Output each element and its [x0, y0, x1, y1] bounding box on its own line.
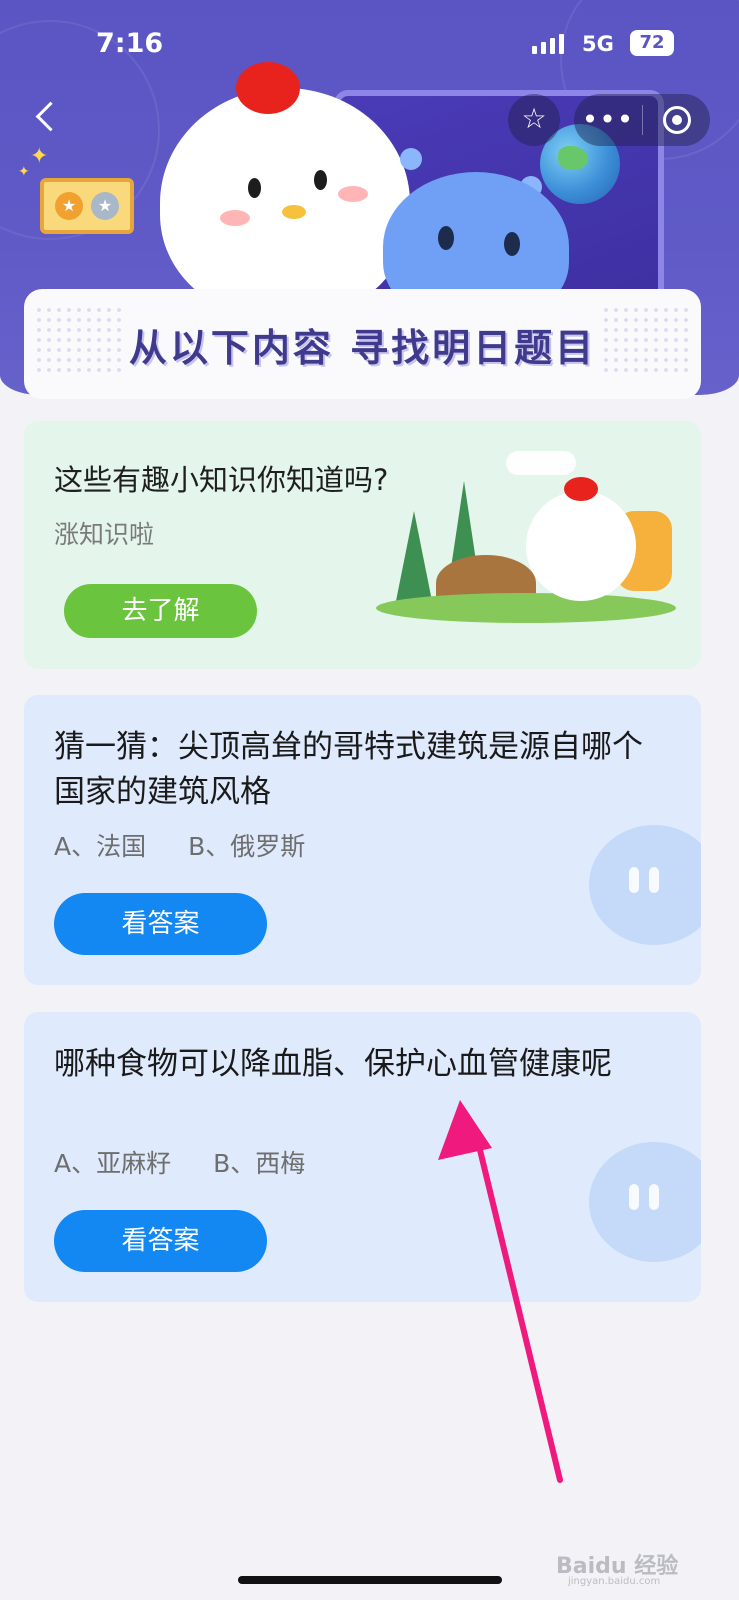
- signal-icon: [532, 34, 564, 54]
- baidu-watermark: Baidu 经验 jingyan.baidu.com: [556, 1548, 678, 1587]
- option-b: B、西梅: [213, 1149, 306, 1178]
- quiz-options: A、法国 B、俄罗斯: [54, 827, 305, 863]
- watermark-url: jingyan.baidu.com: [568, 1576, 661, 1587]
- home-indicator[interactable]: [238, 1576, 502, 1584]
- gold-medal-icon: ★: [55, 192, 83, 220]
- chicken-mascot: [160, 88, 410, 318]
- hiking-chicken-illustration: [376, 451, 676, 651]
- sparkle-icon: ✦: [18, 164, 30, 180]
- silver-medal-icon: ★: [91, 192, 119, 220]
- alien-antenna: [400, 148, 422, 170]
- dot-pattern: [601, 305, 691, 375]
- option-b: B、俄罗斯: [188, 832, 306, 861]
- learn-more-button[interactable]: 去了解: [64, 584, 257, 638]
- more-button[interactable]: •••: [574, 94, 642, 146]
- chicken-cheek: [338, 186, 368, 202]
- view-answer-button[interactable]: 看答案: [54, 1210, 267, 1272]
- option-a: A、亚麻籽: [54, 1149, 172, 1178]
- dot-pattern: [34, 305, 124, 375]
- banner-title: 从以下内容 寻找明日题目: [128, 325, 597, 370]
- chicken-comb: [564, 477, 598, 501]
- title-banner: 从以下内容 寻找明日题目: [24, 289, 701, 399]
- close-button[interactable]: [643, 106, 710, 134]
- fun-card-subtitle: 涨知识啦: [54, 520, 155, 549]
- cloud-icon: [506, 451, 576, 475]
- status-bar: 7:16 5G 72: [0, 24, 739, 68]
- chicken-cheek: [220, 210, 250, 226]
- status-time: 7:16: [96, 28, 164, 59]
- chicken-comb: [236, 62, 300, 114]
- quiz-question: 哪种食物可以降血脂、保护心血管健康呢: [54, 1046, 612, 1082]
- network-type: 5G: [582, 32, 614, 56]
- chat-bubble-icon: [589, 1142, 701, 1262]
- chicken-eye: [314, 170, 327, 190]
- fun-card-title: 这些有趣小知识你知道吗?: [54, 463, 389, 497]
- quiz-card[interactable]: 哪种食物可以降血脂、保护心血管健康呢 A、亚麻籽 B、西梅 看答案: [24, 1012, 701, 1302]
- mini-program-capsule: •••: [574, 94, 710, 146]
- quiz-card[interactable]: 猜一猜：尖顶高耸的哥特式建筑是源自哪个国家的建筑风格 A、法国 B、俄罗斯 看答…: [24, 695, 701, 985]
- annotation-arrow: [438, 1100, 563, 1483]
- chat-bubble-icon: [589, 825, 701, 945]
- alien-eye: [504, 232, 520, 256]
- view-answer-button[interactable]: 看答案: [54, 893, 267, 955]
- medal-badge[interactable]: ★ ★: [40, 178, 134, 234]
- chicken-beak: [282, 205, 306, 219]
- favorite-star-button[interactable]: ☆: [508, 94, 560, 146]
- close-circle-icon: [662, 106, 691, 134]
- quiz-options: A、亚麻籽 B、西梅: [54, 1144, 305, 1180]
- option-a: A、法国: [54, 832, 147, 861]
- chicken-hiker: [526, 491, 636, 601]
- alien-eye: [438, 226, 454, 250]
- sparkle-icon: ✦: [30, 144, 49, 169]
- back-button[interactable]: [28, 92, 68, 142]
- grass-ground: [376, 593, 676, 623]
- chicken-eye: [248, 178, 261, 198]
- quiz-question: 猜一猜：尖顶高耸的哥特式建筑是源自哪个国家的建筑风格: [54, 729, 643, 810]
- battery-indicator: 72: [630, 30, 674, 56]
- tree-icon: [396, 511, 432, 601]
- fun-facts-card[interactable]: 这些有趣小知识你知道吗? 涨知识啦 去了解: [24, 421, 701, 669]
